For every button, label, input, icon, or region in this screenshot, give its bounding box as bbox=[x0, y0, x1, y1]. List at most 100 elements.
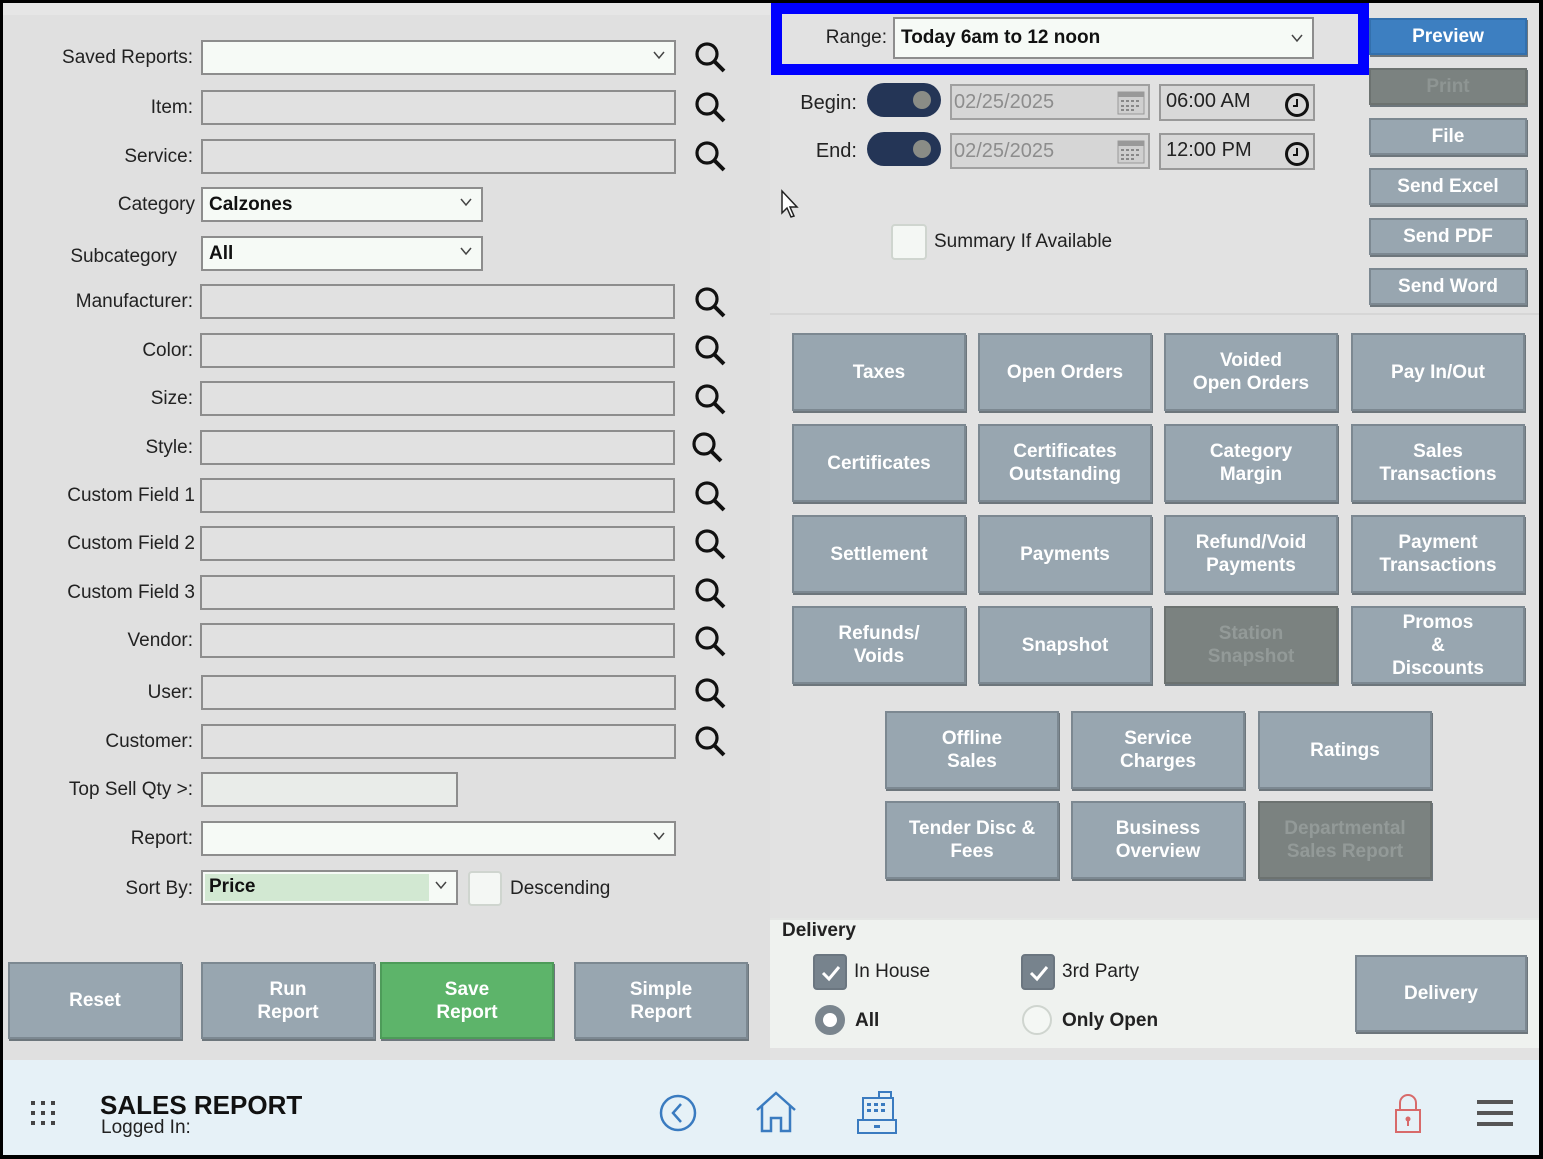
delivery-button[interactable]: Delivery bbox=[1355, 955, 1527, 1032]
color-input[interactable] bbox=[200, 333, 675, 368]
third-party-checkbox[interactable] bbox=[1021, 954, 1055, 990]
lock-icon[interactable] bbox=[1393, 1092, 1423, 1134]
search-icon[interactable] bbox=[693, 676, 727, 710]
all-label: All bbox=[855, 1010, 880, 1031]
range-label: Range: bbox=[825, 27, 887, 48]
payment-transactions-button[interactable]: Payment Transactions bbox=[1351, 515, 1525, 593]
begin-date-input[interactable]: 02/25/2025 bbox=[950, 84, 1150, 120]
search-icon[interactable] bbox=[693, 724, 727, 758]
business-overview-button[interactable]: Business Overview bbox=[1071, 801, 1245, 879]
promos-discounts-button[interactable]: Promos & Discounts bbox=[1351, 606, 1525, 684]
calendar-icon[interactable] bbox=[1116, 137, 1146, 165]
sales-transactions-button[interactable]: Sales Transactions bbox=[1351, 424, 1525, 502]
search-icon[interactable] bbox=[690, 430, 724, 464]
divider bbox=[770, 313, 1539, 315]
home-icon[interactable] bbox=[754, 1090, 798, 1134]
clock-icon[interactable] bbox=[1284, 141, 1310, 167]
size-input[interactable] bbox=[200, 381, 675, 416]
begin-time-input[interactable]: 06:00 AM bbox=[1159, 84, 1315, 121]
offline-sales-button[interactable]: Offline Sales bbox=[885, 711, 1059, 789]
end-date-input[interactable]: 02/25/2025 bbox=[950, 133, 1150, 169]
payments-button[interactable]: Payments bbox=[978, 515, 1152, 593]
vendor-input[interactable] bbox=[200, 623, 675, 658]
sort-by-select[interactable]: Price bbox=[201, 870, 458, 905]
report-select[interactable] bbox=[201, 821, 676, 856]
certificates-outstanding-button[interactable]: Certificates Outstanding bbox=[978, 424, 1152, 502]
top-sell-qty-label: Top Sell Qty >: bbox=[68, 779, 193, 800]
ratings-button[interactable]: Ratings bbox=[1258, 711, 1432, 789]
descending-checkbox[interactable] bbox=[468, 871, 502, 906]
all-radio[interactable] bbox=[815, 1005, 845, 1035]
end-time-input[interactable]: 12:00 PM bbox=[1159, 133, 1315, 170]
tender-disc-fees-button[interactable]: Tender Disc & Fees bbox=[885, 801, 1059, 879]
search-icon[interactable] bbox=[693, 40, 727, 74]
only-open-radio[interactable] bbox=[1022, 1005, 1052, 1035]
menu-icon[interactable] bbox=[1476, 1097, 1514, 1129]
begin-toggle[interactable] bbox=[867, 83, 941, 117]
customer-input[interactable] bbox=[201, 724, 676, 759]
chevron-down-icon bbox=[653, 51, 665, 60]
custom-field-1-input[interactable] bbox=[200, 478, 675, 513]
search-icon[interactable] bbox=[693, 333, 727, 367]
snapshot-button[interactable]: Snapshot bbox=[978, 606, 1152, 684]
service-input[interactable] bbox=[201, 139, 676, 174]
save-report-button[interactable]: Save Report bbox=[380, 962, 554, 1039]
search-icon[interactable] bbox=[693, 90, 727, 124]
certificates-button[interactable]: Certificates bbox=[792, 424, 966, 502]
open-orders-button[interactable]: Open Orders bbox=[978, 333, 1152, 411]
apps-grid-icon[interactable] bbox=[29, 1099, 59, 1129]
begin-label: Begin: bbox=[800, 92, 857, 114]
send-excel-button[interactable]: Send Excel bbox=[1369, 168, 1527, 205]
chevron-down-icon bbox=[1291, 34, 1303, 43]
pay-in-out-button[interactable]: Pay In/Out bbox=[1351, 333, 1525, 411]
search-icon[interactable] bbox=[693, 382, 727, 416]
cash-register-icon[interactable] bbox=[855, 1090, 899, 1136]
user-input[interactable] bbox=[201, 675, 676, 710]
subcategory-label: Subcategory bbox=[70, 246, 177, 267]
run-report-button[interactable]: Run Report bbox=[201, 962, 375, 1039]
settlement-button[interactable]: Settlement bbox=[792, 515, 966, 593]
refunds-voids-button[interactable]: Refunds/ Voids bbox=[792, 606, 966, 684]
calendar-icon[interactable] bbox=[1116, 88, 1146, 116]
manufacturer-input[interactable] bbox=[200, 284, 675, 319]
back-icon[interactable] bbox=[658, 1092, 698, 1134]
simple-report-button[interactable]: Simple Report bbox=[574, 962, 748, 1039]
print-button[interactable]: Print bbox=[1369, 68, 1527, 105]
voided-open-orders-button[interactable]: Voided Open Orders bbox=[1164, 333, 1338, 411]
taxes-button[interactable]: Taxes bbox=[792, 333, 966, 411]
end-toggle[interactable] bbox=[867, 132, 941, 166]
custom-field-2-input[interactable] bbox=[200, 526, 675, 561]
item-input[interactable] bbox=[201, 90, 676, 125]
category-margin-button[interactable]: Category Margin bbox=[1164, 424, 1338, 502]
send-word-button[interactable]: Send Word bbox=[1369, 268, 1527, 305]
search-icon[interactable] bbox=[693, 527, 727, 561]
service-charges-button[interactable]: Service Charges bbox=[1071, 711, 1245, 789]
range-select[interactable]: Today 6am to 12 noon bbox=[893, 17, 1314, 59]
category-select[interactable]: Calzones bbox=[201, 187, 483, 222]
saved-reports-select[interactable] bbox=[201, 40, 676, 75]
size-label: Size: bbox=[150, 388, 193, 409]
preview-button[interactable]: Preview bbox=[1369, 18, 1527, 55]
top-sell-qty-input[interactable] bbox=[201, 772, 458, 807]
user-label: User: bbox=[147, 682, 193, 703]
mouse-cursor-icon bbox=[781, 189, 799, 218]
search-icon[interactable] bbox=[693, 576, 727, 610]
custom-field-3-input[interactable] bbox=[200, 575, 675, 610]
logged-in-label: Logged In: bbox=[101, 1117, 191, 1138]
search-icon[interactable] bbox=[693, 624, 727, 658]
file-button[interactable]: File bbox=[1369, 118, 1527, 155]
send-pdf-button[interactable]: Send PDF bbox=[1369, 218, 1527, 255]
search-icon[interactable] bbox=[693, 285, 727, 319]
clock-icon[interactable] bbox=[1284, 92, 1310, 118]
in-house-checkbox[interactable] bbox=[813, 954, 847, 990]
refund-void-payments-button[interactable]: Refund/Void Payments bbox=[1164, 515, 1338, 593]
sort-by-label: Sort By: bbox=[125, 878, 193, 899]
manufacturer-label: Manufacturer: bbox=[75, 291, 193, 312]
item-label: Item: bbox=[150, 97, 193, 118]
subcategory-select[interactable]: All bbox=[201, 236, 483, 271]
summary-checkbox[interactable] bbox=[891, 224, 927, 260]
style-input[interactable] bbox=[200, 430, 675, 465]
search-icon[interactable] bbox=[693, 139, 727, 173]
search-icon[interactable] bbox=[693, 479, 727, 513]
reset-button[interactable]: Reset bbox=[8, 962, 182, 1039]
